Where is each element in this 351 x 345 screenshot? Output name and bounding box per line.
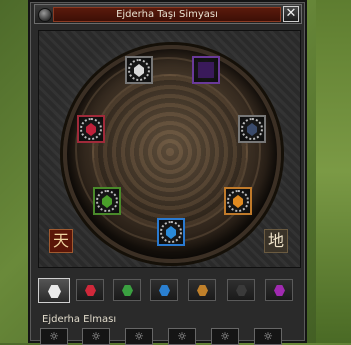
refine-slot-row: ☼ ☼ ☼ ☼ ☼ ☼ (34, 328, 304, 345)
window-orb-icon (38, 8, 52, 22)
title-bar[interactable]: Ejderha Taşı Simyası ✕ (34, 4, 302, 24)
dial-slot-bottom[interactable] (157, 218, 185, 246)
sapphire-gem-icon (159, 285, 170, 296)
section-label: Ejderha Elması (42, 314, 117, 325)
dragon-stone-alchemy-window: Ejderha Taşı Simyası ✕ 天 地 Ejderha Elmas… (28, 0, 307, 345)
dragon-stone-gem-icon (198, 62, 214, 78)
tab-diamond[interactable] (38, 278, 70, 303)
close-button[interactable]: ✕ (283, 6, 299, 22)
tab-ruby[interactable] (76, 279, 104, 301)
dial-slot-bottom-right[interactable] (224, 187, 252, 215)
amethyst-gem-icon (274, 285, 285, 296)
jade-gem-icon (122, 285, 133, 296)
dial-slot-bottom-left[interactable] (93, 187, 121, 215)
tab-sapphire[interactable] (150, 279, 178, 301)
alchemy-stone-panel: 天 地 (38, 30, 301, 268)
onyx-gem-icon (236, 285, 247, 296)
refine-slot[interactable]: ☼ (125, 328, 153, 345)
refine-slot[interactable]: ☼ (82, 328, 110, 345)
diamond-gem-icon (48, 285, 61, 298)
background-terrain (316, 0, 351, 343)
dial-slot-right[interactable] (238, 115, 266, 143)
dial-slot-top-right[interactable] (192, 56, 220, 84)
tab-amethyst[interactable] (265, 279, 293, 301)
sky-glyph-button[interactable]: 天 (49, 229, 73, 253)
refine-slot[interactable]: ☼ (254, 328, 282, 345)
earth-glyph-button[interactable]: 地 (264, 229, 288, 253)
garnet-gem-icon (197, 285, 208, 296)
dial-slot-left[interactable] (77, 115, 105, 143)
tab-jade[interactable] (113, 279, 141, 301)
refine-slot[interactable]: ☼ (168, 328, 196, 345)
refine-slot[interactable]: ☼ (40, 328, 68, 345)
tab-garnet[interactable] (188, 279, 216, 301)
window-title: Ejderha Taşı Simyası (53, 7, 281, 22)
gem-type-tabs (36, 278, 301, 304)
ruby-gem-icon (85, 285, 96, 296)
refine-slot[interactable]: ☼ (211, 328, 239, 345)
tab-onyx[interactable] (227, 279, 255, 301)
dial-slot-top[interactable] (125, 56, 153, 84)
